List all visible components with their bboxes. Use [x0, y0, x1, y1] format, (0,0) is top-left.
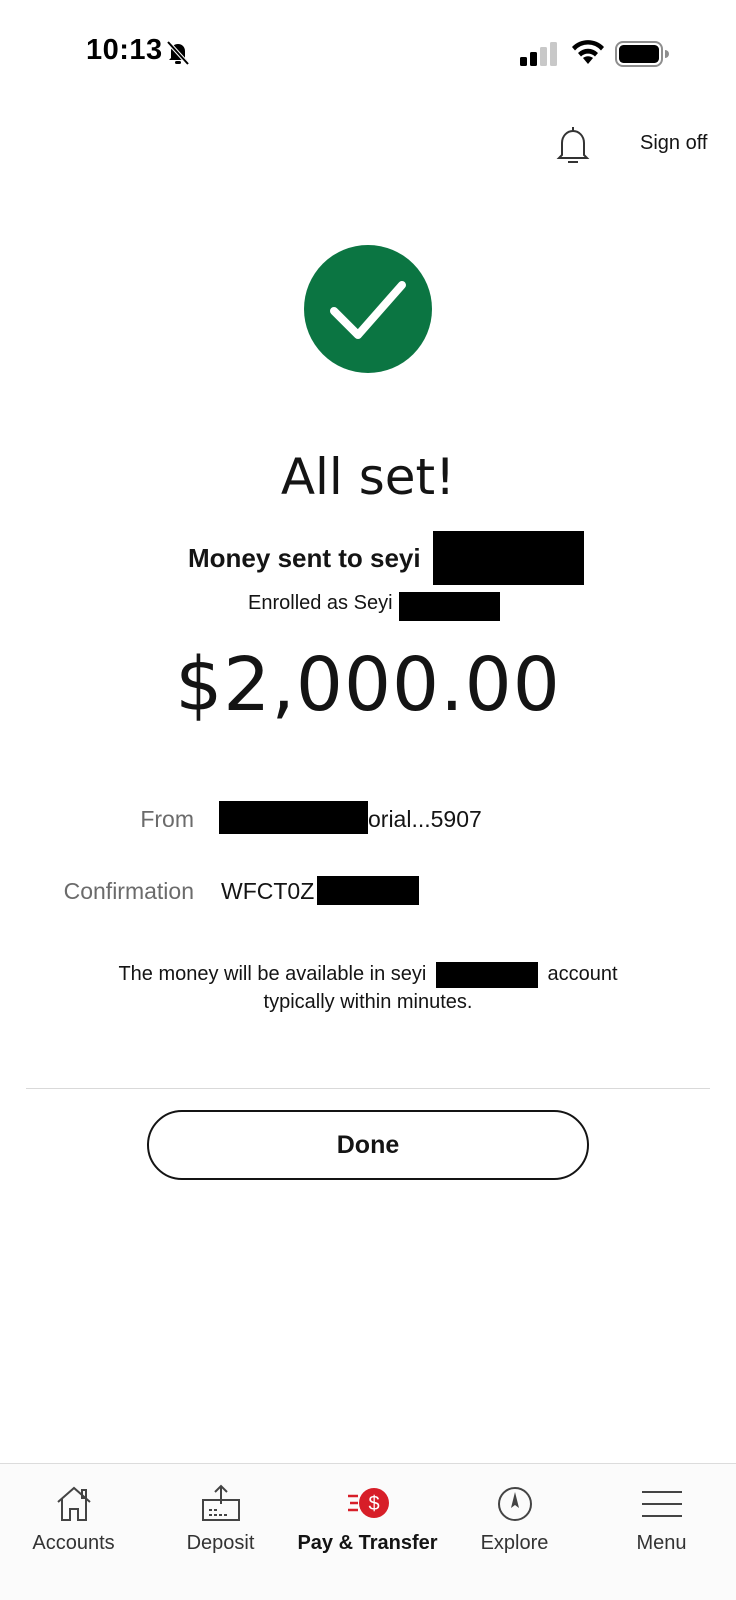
recipient-text: Money sent to seyi — [188, 543, 421, 573]
enrolled-text: Enrolled as Seyi — [248, 592, 393, 614]
confirmation-value: WFCT0Z — [221, 878, 315, 904]
sign-off-link[interactable]: Sign off — [640, 132, 707, 155]
from-label: From — [140, 806, 194, 832]
wifi-icon — [572, 40, 604, 64]
availability-note: The money will be available in seyi acco… — [0, 960, 736, 1016]
nav-pay-transfer-label: Pay & Transfer — [297, 1532, 438, 1554]
confirmation-label: Confirmation — [63, 878, 194, 904]
svg-text:$: $ — [368, 1493, 379, 1515]
nav-explore[interactable]: Explore — [441, 1464, 588, 1600]
battery-icon — [615, 41, 669, 67]
bell-slash-icon — [166, 40, 190, 66]
nav-explore-label: Explore — [480, 1532, 549, 1554]
transfer-confirmation-screen: 10:13 Sign off All set! Money sent to se… — [0, 0, 736, 1600]
note-line1-start: The money will be available in seyi — [118, 963, 427, 985]
amount: $2,000.00 — [175, 642, 561, 728]
redacted-recipient-name — [433, 531, 584, 585]
compass-icon — [497, 1487, 532, 1521]
pay-transfer-icon: $ — [347, 1488, 389, 1518]
note-line1-end: account — [547, 963, 618, 985]
redacted-confirmation-number — [317, 876, 419, 905]
deposit-icon — [201, 1484, 240, 1521]
nav-accounts-label: Accounts — [32, 1532, 115, 1554]
redacted-enrolled-name — [399, 592, 500, 621]
check-circle-icon — [304, 245, 432, 373]
done-button[interactable]: Done — [147, 1110, 589, 1180]
redacted-from-account — [219, 801, 368, 834]
bottom-navigation: Accounts Deposit $ Pay & Transfer Explor… — [0, 1463, 736, 1600]
hamburger-menu-icon — [641, 1491, 682, 1517]
nav-deposit-label: Deposit — [186, 1532, 255, 1554]
notification-bell-icon[interactable] — [556, 125, 590, 165]
redacted-note-name — [435, 961, 538, 988]
from-value: orial...5907 — [368, 806, 482, 832]
status-time: 10:13 — [86, 34, 163, 66]
divider — [26, 1088, 710, 1089]
nav-menu-label: Menu — [636, 1532, 687, 1554]
nav-pay-transfer[interactable]: $ Pay & Transfer — [294, 1464, 441, 1600]
cellular-signal-icon — [520, 42, 557, 66]
nav-deposit[interactable]: Deposit — [147, 1464, 294, 1600]
home-icon — [56, 1486, 91, 1521]
nav-accounts[interactable]: Accounts — [0, 1464, 147, 1600]
note-line2: typically within minutes. — [263, 991, 473, 1013]
page-title: All set! — [280, 448, 456, 506]
nav-menu[interactable]: Menu — [588, 1464, 735, 1600]
